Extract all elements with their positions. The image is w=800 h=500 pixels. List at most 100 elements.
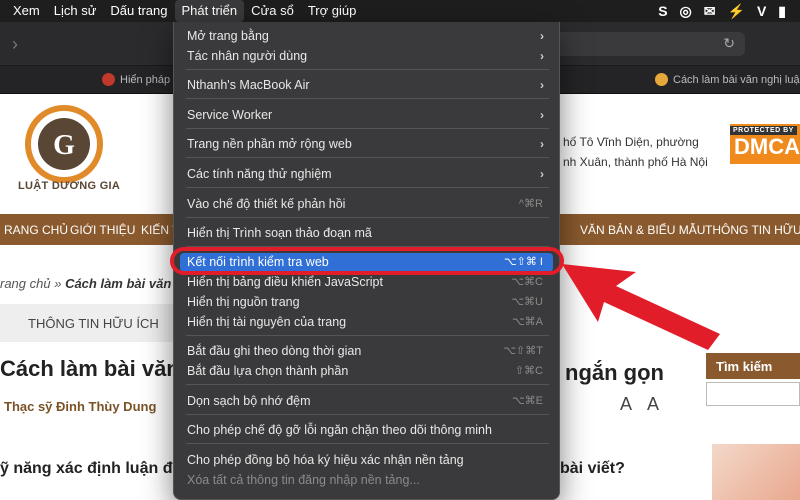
- menu-separator: [186, 187, 549, 188]
- menu-item-service-worker[interactable]: Service Worker ›: [180, 106, 553, 125]
- nav-documents[interactable]: VĂN BẢN & BIỂU MẪU: [580, 223, 705, 237]
- menu-item-extension-background[interactable]: Trang nền phần mở rộng web ›: [180, 135, 553, 154]
- creative-cloud-icon[interactable]: ◎: [680, 3, 692, 20]
- menu-item-label: Xóa tất cả thông tin đăng nhập nền tảng.…: [187, 473, 420, 487]
- menu-item-shortcut: ⌥⌘E: [511, 395, 543, 407]
- section-heading-tail: bài viết?: [560, 460, 625, 477]
- site-logo-icon[interactable]: G: [24, 104, 104, 186]
- tab-favicon-icon: [655, 73, 668, 86]
- tab-favicon-icon: [102, 73, 115, 86]
- menu-item-label: Hiển thị bảng điều khiển JavaScript: [187, 275, 383, 289]
- menu-item-element-selection[interactable]: Bắt đầu lựa chọn thành phần ⇧⌘C: [180, 362, 553, 381]
- menu-xem[interactable]: Xem: [0, 0, 47, 22]
- notification-icon[interactable]: ✉: [704, 3, 716, 20]
- menu-item-shortcut: ⇧⌘C: [514, 365, 543, 377]
- menu-separator: [186, 69, 549, 70]
- menu-item-label: Trang nền phần mở rộng web: [187, 137, 352, 151]
- svg-text:G: G: [53, 130, 75, 161]
- menu-item-clear-platform-credentials: Xóa tất cả thông tin đăng nhập nền tảng.…: [180, 471, 553, 490]
- highlight-callout: [170, 247, 564, 275]
- menu-item-snippet-editor[interactable]: Hiển thị Trình soạn thảo đoạn mã: [180, 224, 553, 243]
- menu-item-label: Mở trang bằng: [187, 29, 269, 43]
- menu-separator: [186, 217, 549, 218]
- menu-separator: [186, 128, 549, 129]
- menu-cua-so[interactable]: Cửa sổ: [244, 0, 301, 22]
- bolt-icon[interactable]: ⚡: [728, 3, 745, 20]
- menu-item-javascript-console[interactable]: Hiển thị bảng điều khiển JavaScript ⌥⌘C: [180, 273, 553, 292]
- screen: Xem Lịch sử Dấu trang Phát triển Cửa sổ …: [0, 0, 800, 500]
- useful-info-tab[interactable]: THÔNG TIN HỮU ÍCH: [0, 304, 175, 342]
- menu-item-timeline-recording[interactable]: Bắt đầu ghi theo dòng thời gian ⌥⇧⌘T: [180, 342, 553, 361]
- nav-useful-info[interactable]: THÔNG TIN HỮU Í: [705, 223, 800, 237]
- chevron-right-icon: ›: [540, 108, 544, 122]
- menu-item-page-resources[interactable]: Hiển thị tài nguyên của trang ⌥⌘A: [180, 313, 553, 332]
- menu-item-open-page-with[interactable]: Mở trang bằng ›: [180, 27, 553, 46]
- menu-separator: [186, 384, 549, 385]
- font-size-controls[interactable]: A A: [620, 394, 665, 415]
- breadcrumb-separator: »: [50, 276, 66, 291]
- menu-item-label: Bắt đầu lựa chọn thành phần: [187, 364, 349, 378]
- sidebar-thumbnail[interactable]: [712, 444, 800, 500]
- status-area: S ◎ ✉ ⚡ V ▮: [658, 0, 800, 22]
- menu-item-shortcut: ⌥⌘C: [511, 276, 543, 288]
- menu-item-label: Các tính năng thử nghiệm: [187, 167, 332, 181]
- menu-item-experimental-features[interactable]: Các tính năng thử nghiệm ›: [180, 165, 553, 184]
- status-app-v-icon[interactable]: V: [757, 3, 766, 19]
- menu-item-label: Vào chế độ thiết kế phản hồi: [187, 197, 346, 211]
- dmca-badge[interactable]: PROTECTED BY DMCA: [730, 124, 800, 164]
- menu-separator: [186, 335, 549, 336]
- site-logo-text: LUẬT DƯƠNG GIA: [18, 180, 121, 192]
- menu-item-label: Service Worker: [187, 108, 273, 122]
- page-title: Cách làm bài văn: [0, 356, 180, 381]
- tab-label: Cách làm bài văn nghị luậ: [673, 73, 800, 86]
- tab-label: Hiển pháp c: [120, 73, 179, 86]
- menu-lich-su[interactable]: Lịch sử: [47, 0, 104, 22]
- menu-bar: Xem Lịch sử Dấu trang Phát triển Cửa sổ …: [0, 0, 800, 22]
- menu-item-label: Hiển thị tài nguyên của trang: [187, 315, 347, 329]
- menu-separator: [186, 157, 549, 158]
- breadcrumb: rang chủ » Cách làm bài văn n: [0, 276, 183, 291]
- menu-item-label: Dọn sạch bộ nhớ đệm: [187, 394, 311, 408]
- menu-separator: [186, 443, 549, 444]
- menu-item-page-source[interactable]: Hiển thị nguồn trang ⌥⌘U: [180, 293, 553, 312]
- menu-item-itp-debug[interactable]: Cho phép chế độ gỡ lỗi ngăn chặn theo dõ…: [180, 421, 553, 440]
- address-line: hố Tô Vĩnh Diện, phường: [563, 135, 699, 149]
- menu-item-label: Cho phép đồng bộ hóa ký hiệu xác nhận nề…: [187, 453, 464, 467]
- breadcrumb-home[interactable]: rang chủ: [0, 276, 51, 291]
- menu-item-shortcut: ⌥⇧⌘T: [503, 345, 543, 357]
- menu-item-label: Hiển thị nguồn trang: [187, 295, 300, 309]
- sidebar-search-input[interactable]: [706, 382, 800, 406]
- menu-item-responsive-design[interactable]: Vào chế độ thiết kế phản hồi ^⌘R: [180, 195, 553, 214]
- nav-about[interactable]: GIỚI THIỆU: [70, 223, 135, 237]
- menu-item-empty-caches[interactable]: Dọn sạch bộ nhớ đệm ⌥⌘E: [180, 392, 553, 411]
- menu-item-device[interactable]: Nthanh's MacBook Air ›: [180, 76, 553, 95]
- page-title-tail: ngắn gọn: [565, 360, 664, 385]
- chevron-right-icon: ›: [540, 78, 544, 92]
- dmca-label: DMCA: [734, 134, 800, 159]
- battery-icon[interactable]: ▮: [778, 3, 786, 20]
- menu-item-shortcut: ^⌘R: [518, 198, 543, 210]
- menu-item-label: Nthanh's MacBook Air: [187, 78, 310, 92]
- forward-icon[interactable]: ›: [12, 34, 18, 55]
- chevron-right-icon: ›: [540, 137, 544, 151]
- tab-cach-lam-bai[interactable]: Cách làm bài văn nghị luậ: [655, 73, 800, 86]
- menu-tro-giup[interactable]: Trợ giúp: [301, 0, 364, 22]
- menu-item-user-agent[interactable]: Tác nhân người dùng ›: [180, 47, 553, 66]
- site-address: hố Tô Vĩnh Diện, phường nh Xuân, thành p…: [563, 132, 708, 172]
- nav-home[interactable]: RANG CHỦ: [4, 223, 68, 237]
- menu-dau-trang[interactable]: Dấu trang: [103, 0, 174, 22]
- menu-separator: [186, 98, 549, 99]
- menu-item-platform-authenticator-sync[interactable]: Cho phép đồng bộ hóa ký hiệu xác nhận nề…: [180, 451, 553, 470]
- chevron-right-icon: ›: [540, 49, 544, 63]
- status-app-s-icon[interactable]: S: [658, 3, 667, 19]
- menu-separator: [186, 414, 549, 415]
- reload-icon[interactable]: ↻: [723, 35, 735, 52]
- menu-item-shortcut: ⌥⌘A: [511, 316, 543, 328]
- author-link[interactable]: Thạc sỹ Đinh Thùy Dung: [4, 399, 156, 414]
- dmca-caption: PROTECTED BY: [730, 126, 797, 135]
- menu-item-label: Tác nhân người dùng: [187, 49, 308, 63]
- tab-hien-phap[interactable]: Hiển pháp c: [102, 73, 179, 86]
- address-line: nh Xuân, thành phố Hà Nội: [563, 155, 708, 169]
- menu-item-label: Bắt đầu ghi theo dòng thời gian: [187, 344, 362, 358]
- menu-phat-trien[interactable]: Phát triển: [174, 0, 245, 22]
